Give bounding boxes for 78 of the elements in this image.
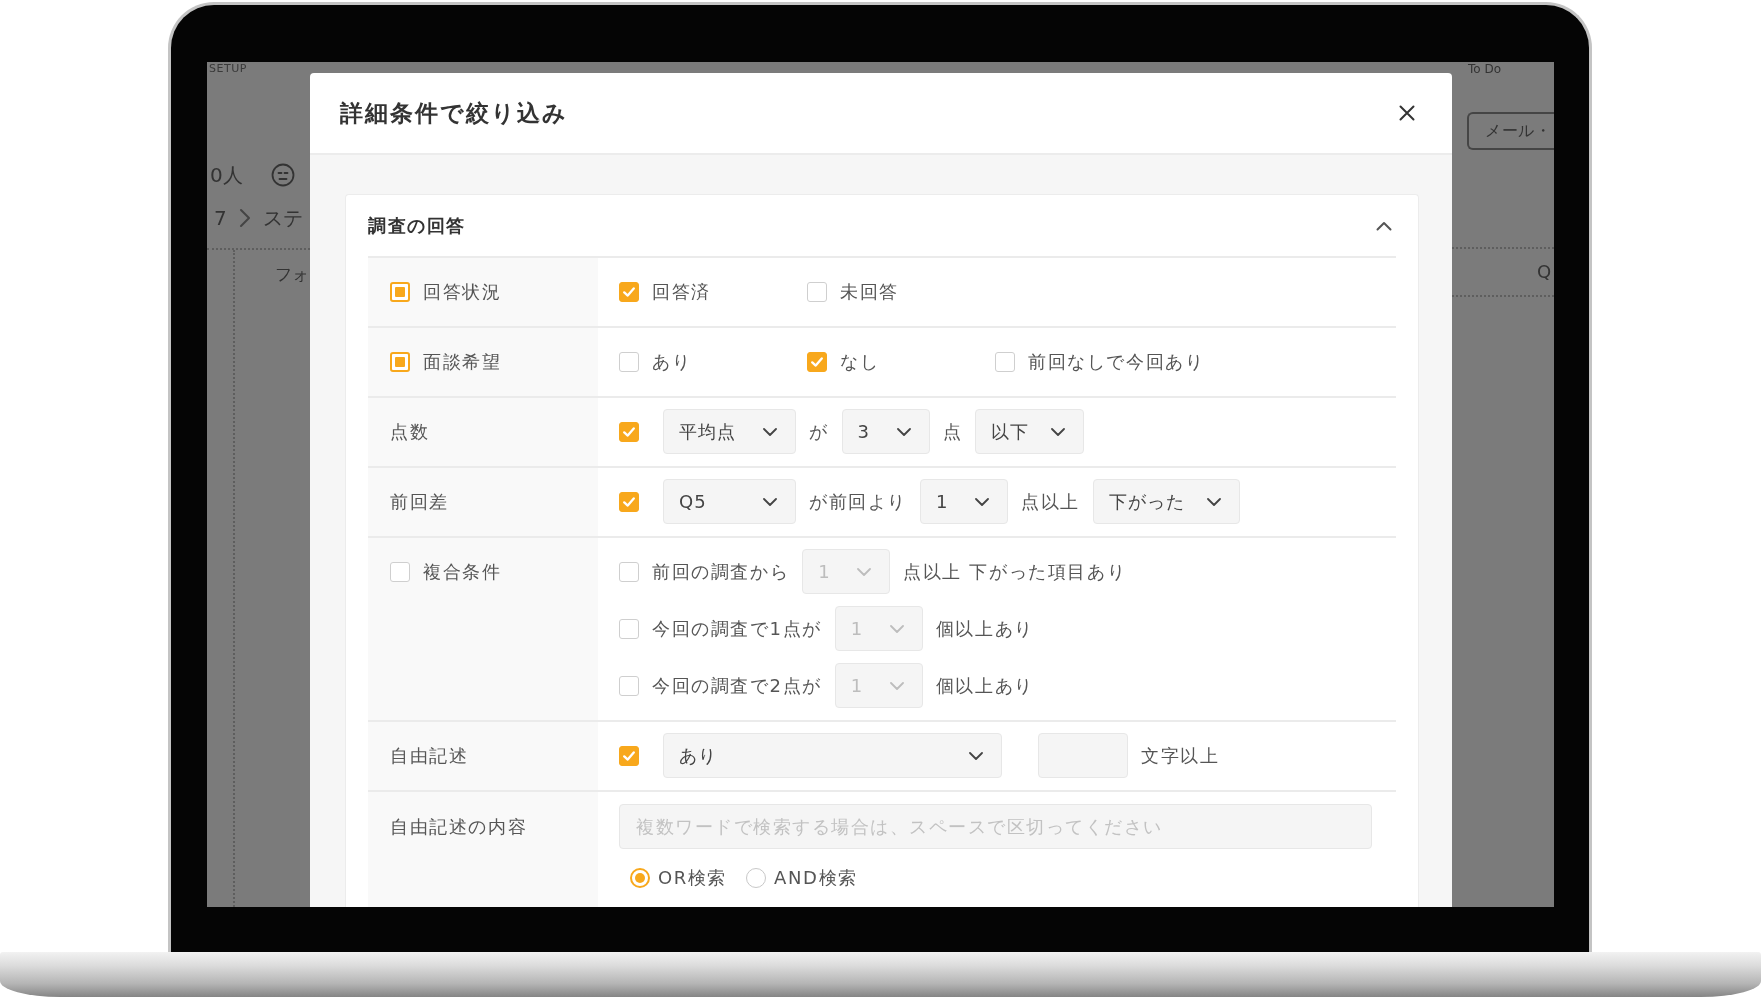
dropdown[interactable]: 下がった <box>1092 479 1240 524</box>
close-button[interactable] <box>1399 105 1415 121</box>
checkbox[interactable] <box>807 281 827 302</box>
todo-label: To Do <box>1468 62 1502 76</box>
checkbox[interactable] <box>390 561 410 582</box>
section-title: 調査の回答 <box>368 213 466 238</box>
text-input[interactable] <box>1038 733 1128 778</box>
check-icon <box>623 426 635 437</box>
condition-text: 点以上 <box>1021 489 1080 514</box>
checkbox-label: 前回なしで今回あり <box>1028 349 1205 374</box>
row-label: 前回差 <box>390 489 449 514</box>
chevron-down-icon <box>889 681 904 690</box>
checkbox[interactable] <box>619 421 639 442</box>
checkbox[interactable] <box>619 351 639 372</box>
checkbox-label: 今回の調査で1点が <box>652 616 822 641</box>
chevron-down-icon <box>857 567 872 576</box>
condition-text: が前回より <box>809 489 907 514</box>
dialog-title: 詳細条件で絞り込み <box>340 98 568 128</box>
dropdown[interactable]: あり <box>663 733 1002 778</box>
checkbox-label: 回答済 <box>652 279 711 304</box>
chevron-down-icon <box>763 497 777 506</box>
chevron-down-icon <box>763 427 777 436</box>
checkbox[interactable] <box>995 351 1015 372</box>
row-label: 回答状況 <box>423 279 502 304</box>
chevron-right-icon <box>238 208 251 228</box>
dropdown[interactable]: Q5 <box>663 479 796 524</box>
checkbox[interactable] <box>619 281 639 302</box>
member-count: 0人 <box>210 163 243 187</box>
checkbox[interactable] <box>807 351 827 372</box>
row-label: 点数 <box>390 419 430 444</box>
condition-text: が <box>809 419 829 444</box>
radio-button[interactable] <box>746 868 767 888</box>
column-header: フォ <box>275 264 309 284</box>
radio-label: OR検索 <box>658 866 728 890</box>
chevron-up-icon[interactable] <box>1376 220 1392 231</box>
dropdown[interactable]: 1 <box>920 479 1008 524</box>
row-label: 面談希望 <box>423 349 502 374</box>
row-label: 自由記述 <box>390 743 469 768</box>
condition-text: 個以上あり <box>935 673 1034 698</box>
chevron-down-icon <box>896 427 911 436</box>
chevron-down-icon <box>969 751 983 760</box>
chevron-down-icon <box>1206 497 1221 506</box>
checkbox-label: 未回答 <box>840 279 899 304</box>
dropdown[interactable]: 平均点 <box>663 409 796 454</box>
chevron-down-icon <box>889 624 904 633</box>
checkbox-label: 前回の調査から <box>652 559 790 584</box>
checkbox[interactable] <box>619 491 639 512</box>
face-icon <box>270 163 295 187</box>
checkbox-label: なし <box>840 349 880 374</box>
row-label: 複合条件 <box>423 559 502 584</box>
dropdown[interactable]: 3 <box>841 409 930 454</box>
check-icon <box>623 286 635 297</box>
condition-text: 点 <box>942 419 963 444</box>
checkbox[interactable] <box>619 561 639 582</box>
chevron-down-icon <box>1051 427 1066 436</box>
radio-label: AND検索 <box>774 866 858 890</box>
checkbox[interactable] <box>619 745 639 766</box>
condition-text: 文字以上 <box>1141 743 1220 768</box>
radio-button[interactable] <box>630 868 650 888</box>
dropdown[interactable]: 以下 <box>975 409 1085 454</box>
checkbox[interactable] <box>390 281 410 302</box>
checkbox[interactable] <box>619 675 639 696</box>
row-label: 自由記述の内容 <box>390 814 528 839</box>
column-header: Q <box>1537 261 1552 283</box>
chevron-down-icon <box>975 497 989 506</box>
check-icon <box>811 356 823 367</box>
checkbox-label: あり <box>652 349 692 374</box>
breadcrumb-item: 7 <box>214 205 227 231</box>
checkbox[interactable] <box>619 618 639 639</box>
setup-label: SETUP <box>209 62 247 76</box>
check-icon <box>623 750 635 761</box>
checkbox[interactable] <box>390 351 410 372</box>
condition-text: 点以上 下がった項目あり <box>903 559 1127 584</box>
checkbox-label: 今回の調査で2点が <box>652 673 822 698</box>
check-icon <box>623 496 635 507</box>
condition-text: 個以上あり <box>935 616 1034 641</box>
close-icon <box>1399 105 1415 121</box>
breadcrumb-item: ステ <box>262 205 303 231</box>
